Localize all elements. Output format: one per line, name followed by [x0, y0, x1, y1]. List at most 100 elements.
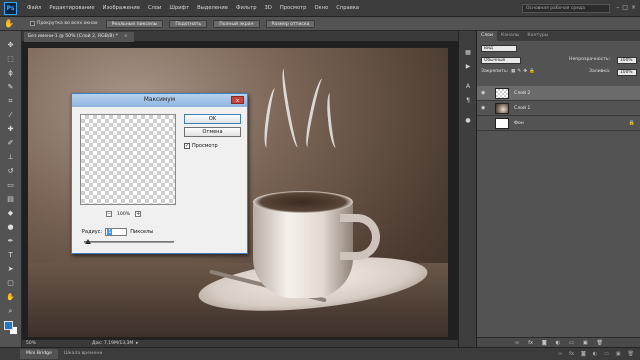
delete-layer-icon[interactable]: 🗑	[597, 338, 603, 347]
shape-tool-icon[interactable]: ▢	[6, 279, 15, 287]
quick-select-tool-icon[interactable]: ✎	[6, 83, 15, 91]
preview-checkbox[interactable]: ✓	[184, 143, 190, 149]
zoom-tool-icon[interactable]: ⌕	[6, 307, 15, 315]
hand-tool-icon[interactable]: ✋	[4, 19, 16, 29]
maximize-icon[interactable]: □	[622, 4, 628, 11]
fill-label: Заливка:	[589, 69, 611, 74]
dialog-titlebar[interactable]: Максимум x	[72, 94, 247, 107]
layer-style-icon[interactable]: fx	[528, 338, 533, 347]
layer-filter-row: Вид	[477, 43, 640, 53]
layer-row-layer-2[interactable]: ◉ Слой 2	[477, 86, 640, 101]
path-select-tool-icon[interactable]: ➤	[6, 265, 15, 273]
menu-type[interactable]: Шрифт	[165, 5, 193, 11]
filter-preview[interactable]	[80, 114, 176, 205]
opacity-label: Непрозрачность:	[569, 57, 611, 62]
tab-paths[interactable]: Контуры	[523, 31, 552, 41]
type-tool-icon[interactable]: T	[6, 251, 15, 259]
foreground-color-swatch[interactable]	[4, 321, 13, 330]
new-layer-icon[interactable]: ▣	[583, 338, 588, 347]
tab-timeline[interactable]: Шкала времени	[58, 349, 108, 359]
lock-icons[interactable]: ▦✎✥🔒	[511, 67, 537, 77]
radius-slider-track[interactable]	[84, 241, 174, 243]
crop-tool-icon[interactable]: ⌗	[6, 97, 15, 105]
hand-tool-icon[interactable]: ✋	[6, 293, 15, 301]
tools-panel: ✥ ⬚ ϕ ✎ ⌗ ⁄ ✚ ✐ ⊥ ↺ ▭ ▤ ◆ ● ✒ T ➤ ▢ ✋ ⌕	[0, 31, 22, 347]
gradient-tool-icon[interactable]: ▤	[6, 195, 15, 203]
eye-icon[interactable]: ◉	[481, 105, 487, 111]
character-panel-icon[interactable]: A	[464, 83, 472, 91]
stamp-tool-icon[interactable]: ⊥	[6, 153, 15, 161]
pen-tool-icon[interactable]: ✒	[6, 237, 15, 245]
link-icon[interactable]: ∞	[558, 351, 562, 357]
history-brush-tool-icon[interactable]: ↺	[6, 167, 15, 175]
menu-window[interactable]: Окно	[310, 5, 332, 11]
link-layers-icon[interactable]: ∞	[515, 338, 519, 347]
menu-image[interactable]: Изображение	[99, 5, 144, 11]
lasso-tool-icon[interactable]: ϕ	[6, 69, 15, 77]
zoom-out-button[interactable]: −	[106, 211, 112, 217]
document-tab-bar: Без имени-1 @ 50% (Слой 2, RGB/8) * ×	[22, 31, 458, 42]
move-tool-icon[interactable]: ✥	[6, 41, 15, 49]
photo-cup-handle	[340, 214, 380, 260]
new-adjustment-icon[interactable]: ◐	[556, 338, 560, 347]
fill-field[interactable]: 100%	[617, 68, 637, 76]
workspace-select[interactable]: Основная рабочая среда	[522, 4, 610, 13]
history-panel-icon[interactable]: ▦	[464, 49, 472, 57]
dialog-close-button[interactable]: x	[231, 96, 244, 104]
window-controls: – □ ×	[616, 4, 636, 11]
trash-icon[interactable]: 🗑	[628, 351, 634, 357]
minimize-icon[interactable]: –	[616, 4, 619, 11]
scroll-all-checkbox[interactable]	[30, 21, 35, 26]
mask-icon[interactable]: ◙	[581, 351, 586, 357]
layer-kind-filter[interactable]: Вид	[481, 44, 517, 52]
radius-row: Радиус: 1 Пикселы	[82, 228, 153, 236]
menu-help[interactable]: Справка	[332, 5, 363, 11]
tab-channels[interactable]: Каналы	[497, 31, 523, 41]
document-tab[interactable]: Без имени-1 @ 50% (Слой 2, RGB/8) * ×	[24, 32, 134, 42]
radius-slider-thumb[interactable]	[85, 239, 91, 244]
marquee-tool-icon[interactable]: ⬚	[6, 55, 15, 63]
lock-row: Закрепить: ▦✎✥🔒 Заливка: 100%	[477, 67, 640, 77]
fx-icon[interactable]: fx	[569, 351, 574, 357]
menu-layer[interactable]: Слои	[144, 5, 165, 11]
adjustment-icon[interactable]: ◐	[593, 351, 597, 357]
eyedropper-tool-icon[interactable]: ⁄	[6, 111, 15, 119]
paragraph-panel-icon[interactable]: ¶	[464, 97, 472, 105]
new-group-icon[interactable]: ▭	[569, 338, 574, 347]
radius-input[interactable]: 1	[105, 228, 128, 236]
eye-icon[interactable]: ◉	[481, 90, 487, 96]
brush-tool-icon[interactable]: ✐	[6, 139, 15, 147]
menu-view[interactable]: Просмотр	[276, 5, 311, 11]
tab-mini-bridge[interactable]: Mini Bridge	[20, 349, 58, 359]
dialog-title: Максимум	[143, 97, 176, 103]
add-mask-icon[interactable]: ◙	[542, 338, 547, 347]
ok-button[interactable]: OK	[184, 114, 241, 124]
menu-edit[interactable]: Редактирование	[45, 5, 98, 11]
blur-tool-icon[interactable]: ◆	[6, 209, 15, 217]
close-icon[interactable]: ×	[631, 4, 636, 11]
fill-screen-button[interactable]: Полный экран	[213, 19, 260, 28]
healing-tool-icon[interactable]: ✚	[6, 125, 15, 133]
layer-thumbnail	[495, 118, 509, 129]
folder-icon[interactable]: ▭	[604, 351, 609, 357]
tab-layers[interactable]: Слои	[477, 31, 497, 41]
menu-filter[interactable]: Фильтр	[232, 5, 261, 11]
print-size-button[interactable]: Размер оттиска	[265, 19, 316, 28]
zoom-in-button[interactable]: +	[135, 211, 142, 217]
menu-select[interactable]: Выделение	[193, 5, 232, 11]
new-layer-icon[interactable]: ▣	[616, 351, 621, 357]
actual-pixels-button[interactable]: Реальные пикселы	[105, 19, 164, 28]
cancel-button[interactable]: Отмена	[184, 127, 241, 137]
layer-row-layer-1[interactable]: ◉ Слой 1	[477, 101, 640, 116]
color-panel-icon[interactable]: ●	[464, 117, 472, 125]
eraser-tool-icon[interactable]: ▭	[6, 181, 15, 189]
opacity-field[interactable]: 100%	[617, 56, 637, 64]
menu-file[interactable]: Файл	[23, 5, 45, 11]
dodge-tool-icon[interactable]: ●	[6, 223, 15, 231]
menu-3d[interactable]: 3D	[261, 5, 276, 11]
layer-row-background[interactable]: Фон 🔒	[477, 116, 640, 131]
fit-screen-button[interactable]: Подогнать	[169, 19, 208, 28]
actions-panel-icon[interactable]: ▶	[464, 63, 472, 71]
blend-mode-select[interactable]: Обычные	[481, 56, 521, 64]
close-tab-icon[interactable]: ×	[124, 34, 128, 39]
